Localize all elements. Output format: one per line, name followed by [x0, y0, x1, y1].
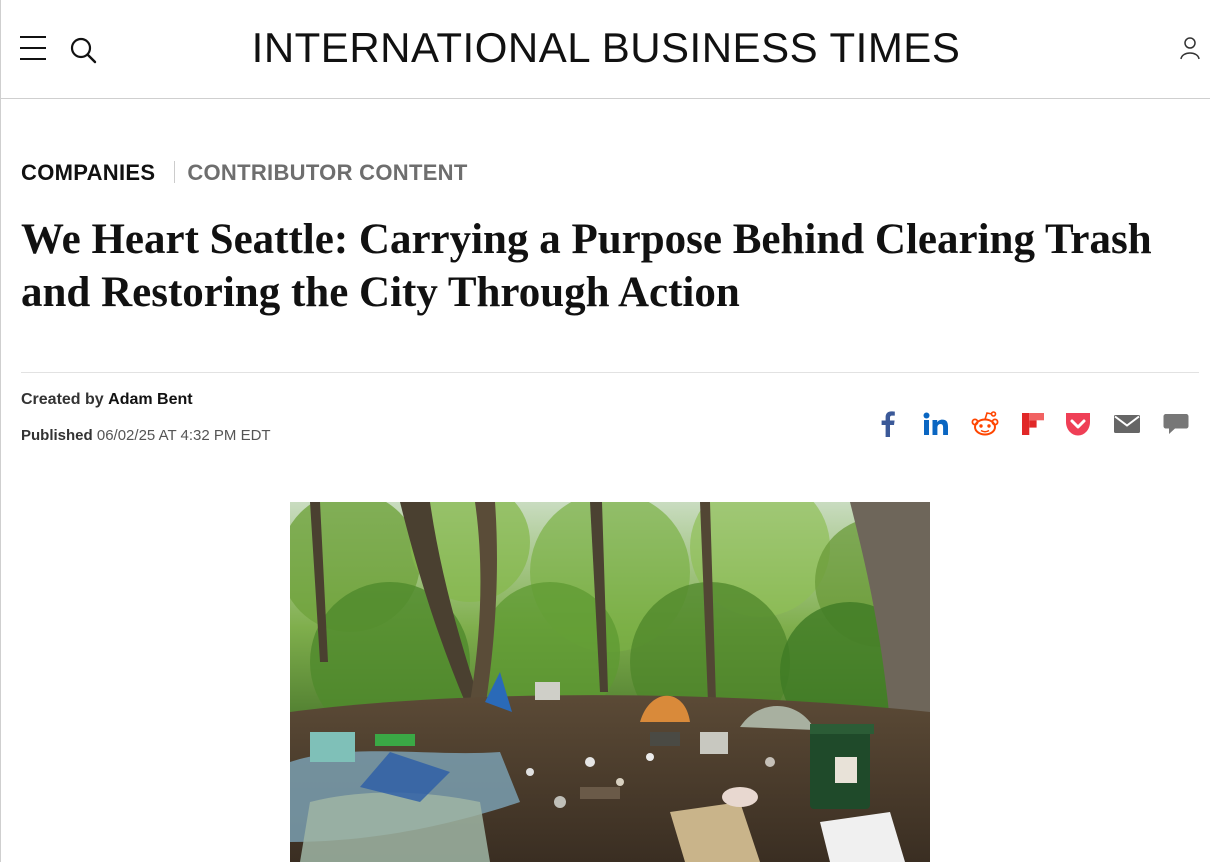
byline: Created by Adam Bent — [21, 391, 193, 409]
site-logo[interactable]: INTERNATIONAL BUSINESS TIMES — [1, 24, 1210, 72]
category-breadcrumb: COMPANIES CONTRIBUTOR CONTENT — [21, 160, 468, 190]
comment-icon[interactable] — [1160, 408, 1192, 440]
facebook-icon[interactable] — [872, 408, 904, 440]
linkedin-icon[interactable] — [920, 408, 952, 440]
reddit-icon[interactable] — [969, 408, 1001, 440]
article-headline: We Heart Seattle: Carrying a Purpose Beh… — [21, 216, 1152, 316]
flipboard-icon[interactable] — [1017, 408, 1049, 440]
forest-campsite-photo — [290, 502, 930, 862]
published-label: Published — [21, 427, 93, 444]
published-line: Published 06/02/25 AT 4:32 PM EDT — [21, 427, 271, 444]
category-companies-link[interactable]: COMPANIES — [21, 160, 155, 185]
published-date: 06/02/25 AT 4:32 PM EDT — [96, 427, 271, 444]
user-icon[interactable] — [1179, 35, 1201, 61]
category-divider — [174, 161, 176, 183]
byline-label: Created by — [21, 391, 104, 408]
headline-divider — [21, 372, 1199, 373]
site-header: INTERNATIONAL BUSINESS TIMES — [1, 0, 1210, 99]
category-contributor-link[interactable]: CONTRIBUTOR CONTENT — [187, 160, 467, 185]
hero-image — [290, 502, 930, 862]
author-link[interactable]: Adam Bent — [108, 391, 192, 408]
email-icon[interactable] — [1111, 408, 1143, 440]
pocket-icon[interactable] — [1062, 408, 1094, 440]
